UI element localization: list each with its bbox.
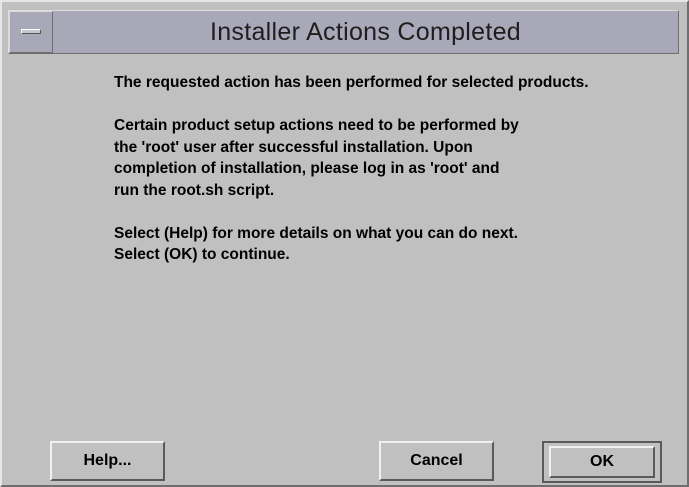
ok-button[interactable]: OK [549,446,655,478]
ok-button-default-frame: OK [542,441,662,483]
message-body: The requested action has been performed … [114,72,614,287]
message-line: Select (OK) to continue. [114,246,290,263]
message-paragraph-2: Certain product setup actions need to be… [114,115,614,201]
message-line: run the root.sh script. [114,181,275,199]
message-line: Select (Help) for more details on what y… [114,224,518,242]
window-menu-button[interactable] [9,11,53,53]
cancel-button[interactable]: Cancel [379,441,494,481]
installer-dialog: Installer Actions Completed The requeste… [0,0,689,487]
message-paragraph-3: Select (Help) for more details on what y… [114,223,614,266]
message-line: The requested action has been performed … [114,74,589,91]
message-paragraph-1: The requested action has been performed … [114,72,614,94]
window-menu-icon [21,29,41,34]
message-line: Certain product setup actions need to be… [114,117,519,134]
title-bar[interactable]: Installer Actions Completed [8,10,679,54]
message-line: completion of installation, please log i… [114,160,500,177]
message-line: the 'root' user after successful install… [114,138,473,156]
window-title: Installer Actions Completed [209,18,522,46]
help-button[interactable]: Help... [50,441,165,481]
